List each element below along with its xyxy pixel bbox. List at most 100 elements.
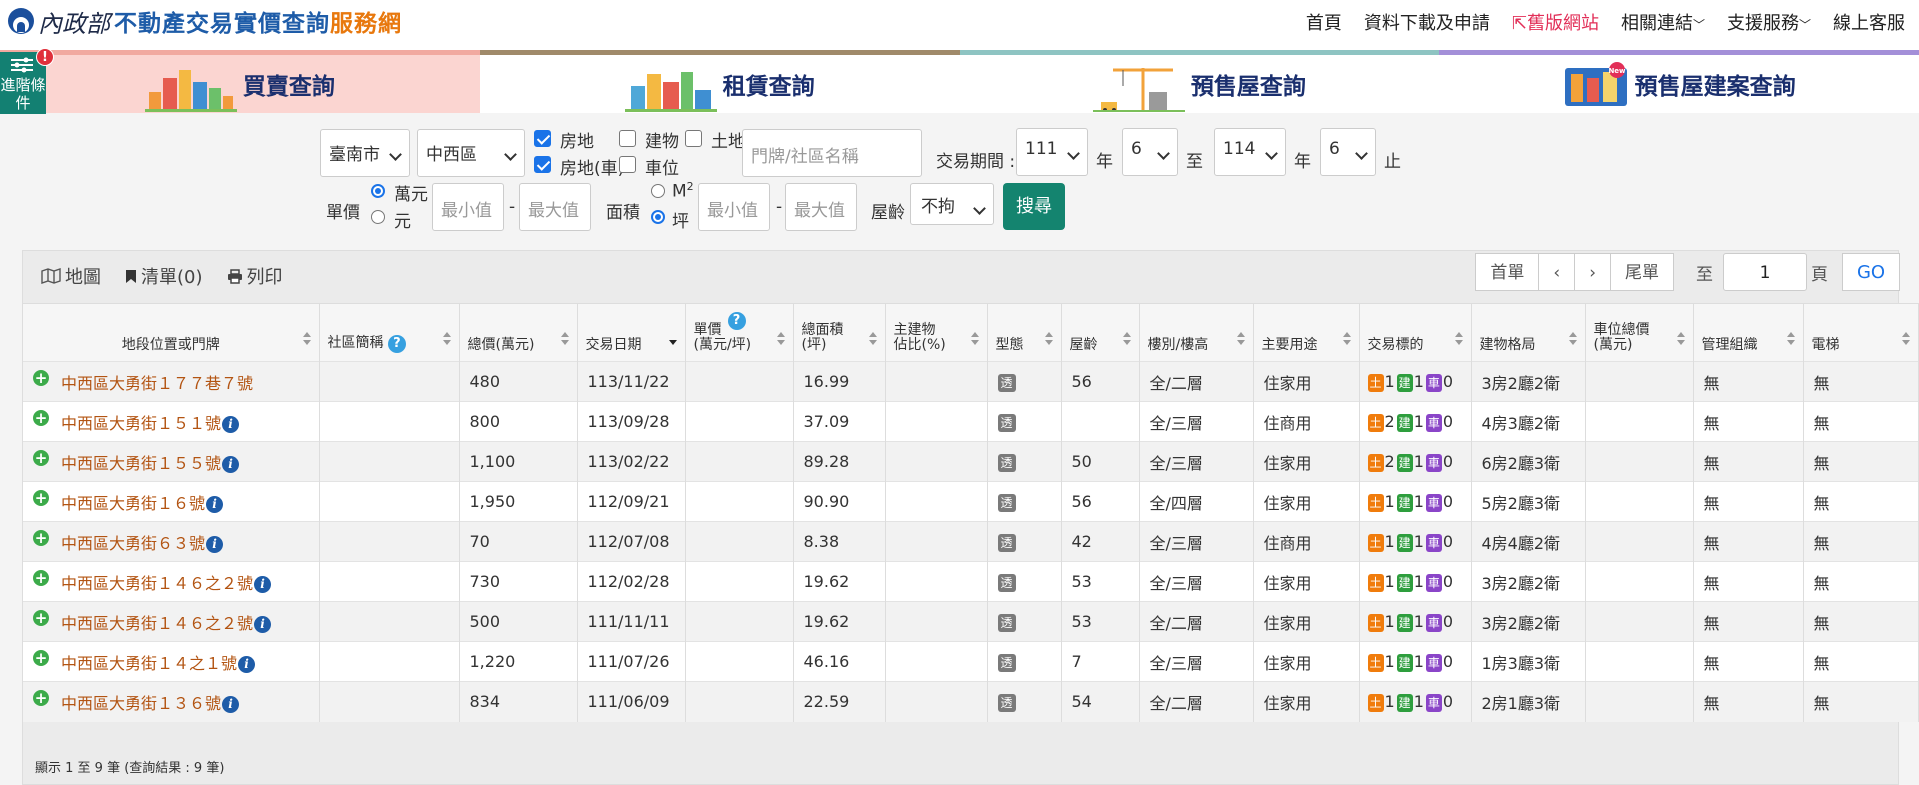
address-link[interactable]: 中西區大勇街１７７巷７號 [61, 370, 253, 394]
col-elevator[interactable]: 電梯 [1803, 303, 1919, 362]
nav-old-site[interactable]: ⇱舊版網站 [1512, 9, 1599, 35]
address-link[interactable]: 中西區大勇街１４６之２號 [61, 570, 253, 594]
type-badge[interactable]: 透 [997, 573, 1016, 592]
checkbox-house-land[interactable] [534, 130, 551, 147]
expand-icon[interactable]: + [33, 489, 49, 506]
info-icon[interactable]: i [222, 696, 240, 714]
col-management[interactable]: 管理組織 [1693, 303, 1804, 362]
from-month-select[interactable]: 6 [1122, 128, 1178, 176]
col-use[interactable]: 主要用途 [1253, 303, 1360, 362]
nav-online-service[interactable]: 線上客服 [1833, 9, 1905, 35]
info-icon[interactable]: i [238, 656, 256, 673]
col-community[interactable]: 社區簡稱 ? [319, 303, 460, 362]
nav-home[interactable]: 首頁 [1306, 9, 1342, 35]
col-type[interactable]: 型態 [987, 303, 1062, 362]
checkbox-house-land-car[interactable] [534, 156, 551, 173]
nav-download[interactable]: 資料下載及申請 [1364, 9, 1490, 35]
address-link[interactable]: 中西區大勇街１４之１號 [61, 650, 237, 674]
area-max-input[interactable]: 最大值 [785, 183, 857, 231]
tab-presale-project[interactable]: New 預售屋建案查詢 [1439, 50, 1919, 113]
unit-price-max-input[interactable]: 最大值 [519, 183, 591, 231]
go-button[interactable]: GO [1842, 253, 1900, 291]
col-age[interactable]: 屋齡 [1061, 303, 1140, 362]
expand-icon[interactable]: + [33, 689, 49, 706]
address-link[interactable]: 中西區大勇街１３６號 [61, 690, 221, 714]
from-year-select[interactable]: 111 [1016, 128, 1088, 176]
table-row[interactable]: + 中西區大勇街１５１號 i 800 113/09/28 37.09 透 全/三層 … [23, 401, 1919, 442]
address-link[interactable]: 中西區大勇街６３號 [61, 530, 205, 554]
expand-icon[interactable]: + [33, 569, 49, 586]
checkbox-parking[interactable] [619, 156, 636, 173]
expand-icon[interactable]: + [33, 529, 49, 546]
checkbox-building[interactable] [619, 130, 636, 147]
address-link[interactable]: 中西區大勇街１６號 [61, 490, 205, 514]
col-unit-price[interactable]: 單價 (萬元/坪)? [685, 303, 794, 362]
tab-sale[interactable]: 買賣查詢 [0, 50, 480, 113]
age-select[interactable]: 不拘 [910, 183, 994, 225]
table-row[interactable]: + 中西區大勇街１４６之２號 i 730 112/02/28 19.62 透 53 … [23, 561, 1919, 602]
expand-icon[interactable]: + [33, 449, 49, 466]
col-parking-price[interactable]: 車位總價 (萬元) [1585, 303, 1694, 362]
address-link[interactable]: 中西區大勇街１４６之２號 [61, 610, 253, 634]
area-min-input[interactable]: 最小值 [698, 183, 770, 231]
radio-area-ping[interactable] [651, 210, 665, 224]
district-select[interactable]: 中西區 [417, 129, 525, 177]
nav-links[interactable]: 相關連結﹀ [1621, 9, 1705, 35]
help-icon[interactable]: ? [387, 335, 406, 353]
col-layout[interactable]: 建物格局 [1471, 303, 1586, 362]
table-row[interactable]: + 中西區大勇街１３６號 i 834 111/06/09 22.59 透 54 全/… [23, 681, 1919, 722]
type-badge[interactable]: 透 [997, 533, 1016, 552]
address-link[interactable]: 中西區大勇街１５５號 [61, 450, 221, 474]
address-input[interactable]: 門牌/社區名稱 [742, 129, 922, 177]
map-view-button[interactable]: 地圖 [41, 263, 101, 289]
col-address[interactable]: 地段位置或門牌 [23, 303, 320, 362]
next-page-button[interactable]: › [1574, 253, 1611, 291]
search-button[interactable]: 搜尋 [1003, 183, 1065, 230]
info-icon[interactable]: i [222, 456, 240, 473]
unit-price-min-input[interactable]: 最小值 [432, 183, 504, 231]
info-icon[interactable]: i [254, 576, 272, 593]
col-total-price[interactable]: 總價(萬元) [459, 303, 578, 362]
table-row[interactable]: + 中西區大勇街１５５號 i 1,100 113/02/22 89.28 透 50 … [23, 441, 1919, 482]
table-row[interactable]: + 中西區大勇街１７７巷７號 480 113/11/22 16.99 透 56 全… [23, 361, 1919, 402]
type-badge[interactable]: 透 [997, 373, 1016, 392]
table-row[interactable]: + 中西區大勇街１４６之２號 i 500 111/11/11 19.62 透 53 … [23, 601, 1919, 642]
col-floor[interactable]: 樓別/樓高 [1139, 303, 1254, 362]
table-row[interactable]: + 中西區大勇街１６號 i 1,950 112/09/21 90.90 透 56 全… [23, 481, 1919, 522]
info-icon[interactable]: i [206, 536, 224, 553]
radio-unit-yuan[interactable] [371, 210, 385, 224]
info-icon[interactable]: i [254, 616, 272, 633]
list-button[interactable]: 清單(0) [125, 263, 203, 289]
site-logo[interactable]: 內政部 不動產交易實價查詢 服務網 [8, 6, 402, 38]
first-page-button[interactable]: 首單 [1475, 253, 1540, 291]
table-row[interactable]: + 中西區大勇街１４之１號 i 1,220 111/07/26 46.16 透 7 … [23, 641, 1919, 682]
address-link[interactable]: 中西區大勇街１５１號 [61, 410, 221, 434]
expand-icon[interactable]: + [33, 369, 49, 386]
info-icon[interactable]: i [206, 496, 224, 513]
expand-icon[interactable]: + [33, 609, 49, 626]
checkbox-land[interactable] [685, 130, 702, 147]
type-badge[interactable]: 透 [997, 613, 1016, 632]
expand-icon[interactable]: + [33, 649, 49, 666]
page-input[interactable]: 1 [1723, 253, 1807, 291]
tab-rent[interactable]: 租賃查詢 [479, 50, 960, 113]
print-button[interactable]: 列印 [227, 263, 283, 289]
tab-presale[interactable]: 預售屋查詢 [959, 50, 1440, 113]
expand-icon[interactable]: + [33, 409, 49, 426]
type-badge[interactable]: 透 [997, 693, 1016, 712]
col-date[interactable]: 交易日期 [577, 303, 686, 362]
type-badge[interactable]: 透 [997, 493, 1016, 512]
radio-area-m2[interactable] [651, 184, 665, 198]
advanced-filter-button[interactable]: 進階條件 ! [0, 48, 54, 114]
type-badge[interactable]: 透 [997, 413, 1016, 432]
col-target[interactable]: 交易標的 [1359, 303, 1472, 362]
info-icon[interactable]: i [222, 416, 240, 433]
type-badge[interactable]: 透 [997, 653, 1016, 672]
table-row[interactable]: + 中西區大勇街６３號 i 70 112/07/08 8.38 透 42 全/三層 … [23, 521, 1919, 562]
radio-unit-wan[interactable] [371, 184, 385, 198]
type-badge[interactable]: 透 [997, 453, 1016, 472]
help-icon[interactable]: ? [727, 312, 746, 330]
prev-page-button[interactable]: ‹ [1538, 253, 1576, 291]
to-month-select[interactable]: 6 [1320, 128, 1376, 176]
to-year-select[interactable]: 114 [1214, 128, 1286, 176]
